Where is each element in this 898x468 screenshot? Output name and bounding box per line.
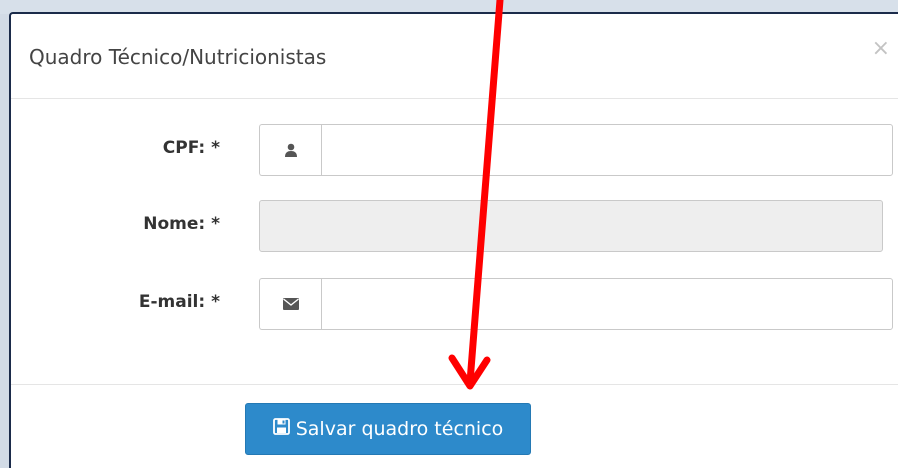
save-button[interactable]: Salvar quadro técnico	[245, 403, 531, 455]
modal-title: Quadro Técnico/Nutricionistas	[29, 45, 327, 69]
modal-footer-divider	[11, 384, 898, 385]
envelope-icon	[259, 278, 322, 330]
nome-label: Nome: *	[143, 214, 220, 234]
modal-header: Quadro Técnico/Nutricionistas ×	[11, 14, 898, 99]
email-form-row: E-mail: *	[11, 278, 898, 330]
modal-dialog: Quadro Técnico/Nutricionistas × CPF: * N…	[9, 12, 898, 468]
close-button[interactable]: ×	[872, 38, 890, 60]
email-label: E-mail: *	[138, 292, 220, 312]
cpf-form-row: CPF: *	[11, 124, 898, 176]
save-button-label: Salvar quadro técnico	[295, 418, 504, 440]
nome-form-row: Nome: *	[11, 200, 898, 252]
floppy-disk-icon	[272, 418, 290, 440]
cpf-input[interactable]	[321, 124, 893, 176]
nome-input	[259, 200, 883, 252]
email-input-group	[259, 278, 893, 330]
cpf-label: CPF: *	[162, 138, 220, 158]
email-input[interactable]	[321, 278, 893, 330]
user-icon	[259, 124, 322, 176]
cpf-input-group	[259, 124, 893, 176]
